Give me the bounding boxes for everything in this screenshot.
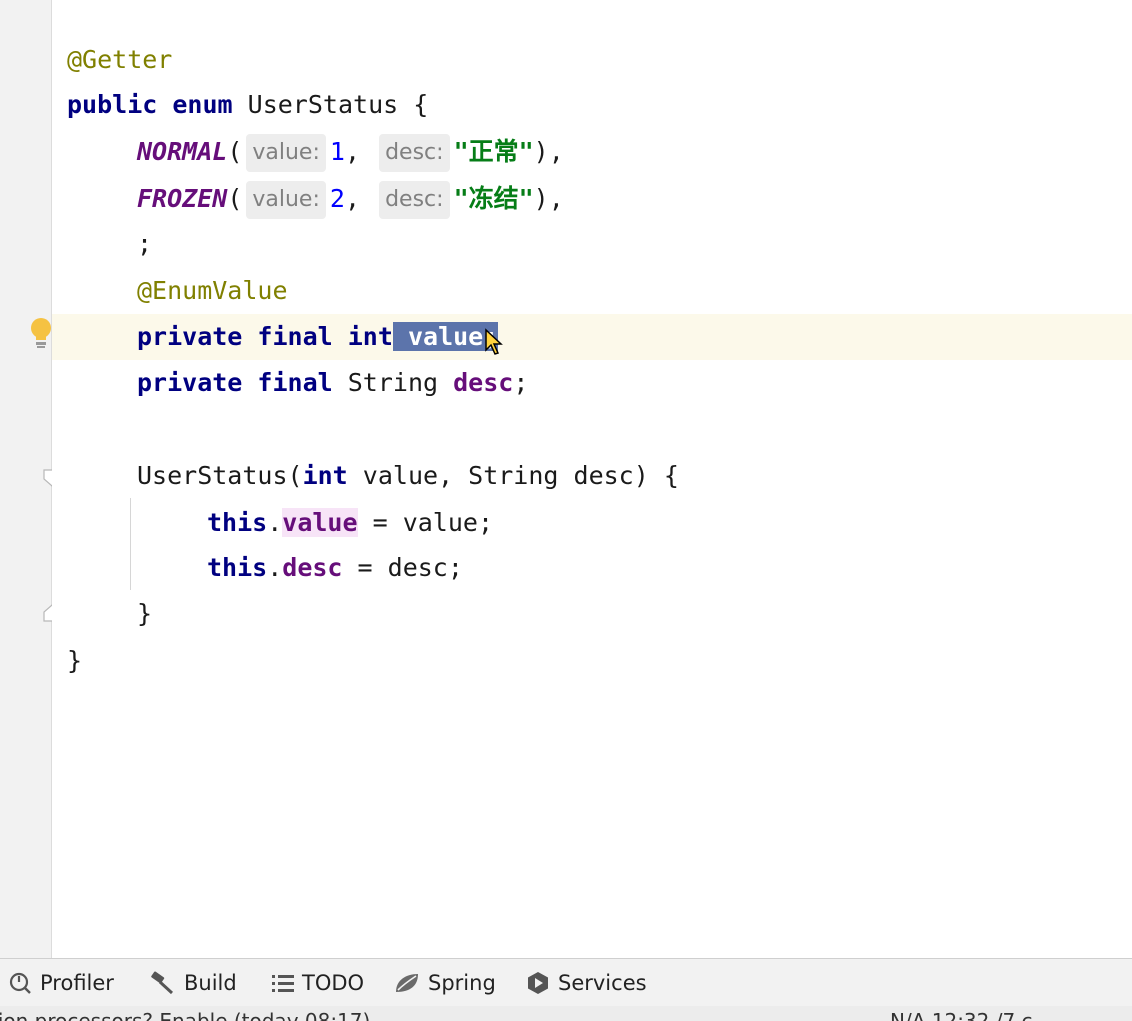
param-hint-desc: desc: bbox=[379, 181, 450, 219]
param-hint-value: value: bbox=[246, 181, 326, 219]
selected-text: value; bbox=[392, 322, 499, 351]
services-tab[interactable]: Services bbox=[526, 959, 647, 1007]
status-message[interactable]: tion processors? Enable (today 08:17) bbox=[0, 1006, 370, 1021]
editor-gutter bbox=[0, 0, 61, 958]
assign-desc-statement: this.desc = desc; bbox=[207, 545, 463, 591]
code-line-13: } bbox=[52, 591, 1132, 637]
keyword-public: public bbox=[67, 90, 158, 119]
keyword-int: int bbox=[302, 461, 348, 490]
code-line-8: private final String desc; bbox=[52, 360, 1132, 406]
keyword-final: final bbox=[257, 322, 333, 351]
field-desc-declaration: private final String desc; bbox=[137, 360, 528, 406]
paren-open: ( bbox=[227, 184, 243, 213]
dot: . bbox=[267, 508, 283, 537]
enum-constant-frozen: FROZEN(value: 2, desc: "冻结"), bbox=[137, 176, 564, 222]
keyword-this: this bbox=[207, 508, 268, 537]
spring-tab[interactable]: Spring bbox=[394, 959, 496, 1007]
constant-name: NORMAL bbox=[137, 137, 228, 166]
constructor-signature: UserStatus(int value, String desc) { bbox=[137, 453, 679, 499]
hammer-icon bbox=[151, 971, 174, 995]
profiler-icon bbox=[9, 972, 31, 994]
getter-annotation: @Getter bbox=[67, 45, 173, 74]
enumvalue-annotation: @EnumValue bbox=[137, 276, 288, 305]
keyword-int: int bbox=[347, 322, 393, 351]
constructor-params: value, String desc) { bbox=[362, 461, 679, 490]
field-value-usage: value bbox=[282, 508, 358, 537]
code-line-10: UserStatus(int value, String desc) { bbox=[52, 453, 1132, 499]
build-label: Build bbox=[184, 971, 237, 995]
spring-label: Spring bbox=[428, 971, 496, 995]
param-hint-value: value: bbox=[246, 134, 326, 172]
param-hint-desc: desc: bbox=[379, 134, 450, 172]
string-literal: "冻结" bbox=[453, 184, 534, 213]
enum-constant-normal: NORMAL(value: 1, desc: "正常"), bbox=[137, 129, 564, 175]
keyword-enum: enum bbox=[172, 90, 233, 119]
constant-name: FROZEN bbox=[137, 184, 228, 213]
assignment-rest: = desc; bbox=[342, 553, 463, 582]
code-line-6: @EnumValue bbox=[52, 268, 1132, 314]
enum-name: UserStatus bbox=[247, 90, 399, 119]
list-icon bbox=[272, 975, 294, 992]
code-line-3: NORMAL(value: 1, desc: "正常"), bbox=[52, 129, 1132, 175]
profiler-label: Profiler bbox=[40, 971, 114, 995]
enum-close-brace: } bbox=[67, 646, 83, 675]
todo-tab[interactable]: TODO bbox=[272, 959, 364, 1007]
keyword-this: this bbox=[207, 553, 268, 582]
code-line-12: this.desc = desc; bbox=[52, 545, 1132, 591]
string-literal: "正常" bbox=[453, 137, 534, 166]
services-label: Services bbox=[558, 971, 647, 995]
number-literal: 2 bbox=[329, 184, 345, 213]
field-value-declaration: private final int value; bbox=[137, 314, 499, 360]
paren-close: ), bbox=[533, 184, 564, 213]
code-line-2: public enum UserStatus { bbox=[52, 82, 1132, 128]
comma: , bbox=[344, 184, 361, 213]
constructor-close-brace: } bbox=[137, 599, 153, 628]
bottom-tool-window-bar: Profiler Build TODO Spring Services bbox=[0, 958, 1132, 1006]
enum-declaration: public enum UserStatus { bbox=[67, 82, 428, 128]
semicolon: ; bbox=[513, 368, 529, 397]
code-editor[interactable]: @Getter public enum UserStatus { NORMAL(… bbox=[52, 0, 1132, 958]
number-literal: 1 bbox=[329, 137, 345, 166]
code-line-7-current: private final int value; bbox=[52, 314, 1132, 360]
mouse-cursor-icon bbox=[485, 328, 503, 355]
status-position[interactable]: N/A 12:32 /7 c bbox=[890, 1006, 1033, 1021]
keyword-private: private bbox=[137, 322, 243, 351]
paren-close: ), bbox=[533, 137, 564, 166]
assign-value-statement: this.value = value; bbox=[207, 500, 493, 546]
constructor-name: UserStatus( bbox=[137, 461, 303, 490]
semicolon: ; bbox=[137, 229, 153, 258]
build-tab[interactable]: Build bbox=[150, 959, 237, 1007]
comma: , bbox=[344, 137, 361, 166]
code-line-14: } bbox=[52, 638, 1132, 684]
lightbulb-icon[interactable] bbox=[28, 316, 54, 350]
code-line-11: this.value = value; bbox=[52, 500, 1132, 546]
profiler-tab[interactable]: Profiler bbox=[8, 959, 114, 1007]
dot: . bbox=[267, 553, 283, 582]
services-icon bbox=[528, 972, 548, 994]
todo-label: TODO bbox=[302, 971, 365, 995]
code-line-4: FROZEN(value: 2, desc: "冻结"), bbox=[52, 176, 1132, 222]
keyword-final: final bbox=[257, 368, 333, 397]
status-bar: tion processors? Enable (today 08:17) N/… bbox=[0, 1006, 1132, 1021]
type-string: String bbox=[347, 368, 439, 397]
open-brace: { bbox=[413, 90, 429, 119]
assignment-rest: = value; bbox=[357, 508, 494, 537]
paren-open: ( bbox=[227, 137, 243, 166]
code-line-1: @Getter bbox=[52, 37, 1132, 83]
keyword-private: private bbox=[137, 368, 243, 397]
spring-leaf-icon bbox=[396, 974, 418, 992]
code-line-5: ; bbox=[52, 221, 1132, 267]
field-desc: desc bbox=[282, 553, 343, 582]
field-desc: desc bbox=[453, 368, 514, 397]
